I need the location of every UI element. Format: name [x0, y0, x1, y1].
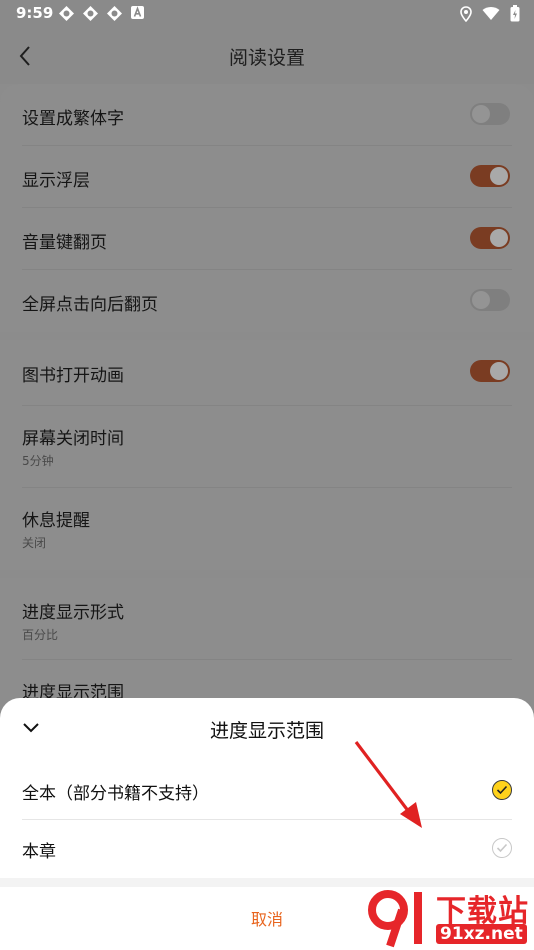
setting-label: 音量键翻页	[22, 233, 107, 253]
option-label: 全本（部分书籍不支持）	[22, 784, 209, 804]
setting-label: 显示浮层	[22, 171, 90, 191]
setting-row-volume-key-page[interactable]: 音量键翻页	[22, 208, 512, 270]
setting-row-rest-reminder[interactable]: 休息提醒 关闭	[22, 488, 512, 570]
setting-label: 休息提醒	[22, 511, 90, 531]
setting-value: 百分比	[22, 628, 59, 642]
setting-row-screen-off-time[interactable]: 屏幕关闭时间 5分钟	[22, 406, 512, 488]
top-app-bar: 阅读设置	[0, 28, 534, 84]
setting-row-fullscreen-tap-next[interactable]: 全屏点击向后翻页	[22, 270, 512, 332]
watermark-logo-icon	[368, 890, 422, 948]
watermark-url: 91xz.net	[436, 924, 527, 944]
setting-label: 全屏点击向后翻页	[22, 295, 158, 315]
page-title: 阅读设置	[228, 47, 305, 69]
settings-group-general: 设置成繁体字 显示浮层 音量键翻页 全屏点击向后翻页	[0, 84, 534, 332]
red-arrow-annotation	[354, 741, 422, 828]
check-unselected-icon[interactable]	[492, 838, 512, 858]
battery-icon	[510, 5, 520, 26]
setting-row-book-open-animation[interactable]: 图书打开动画	[22, 340, 512, 406]
setting-row-progress-format[interactable]: 进度显示形式 百分比	[22, 578, 512, 660]
option-chapter[interactable]: 本章	[22, 820, 512, 878]
notification-icons	[58, 5, 147, 22]
settings-group-progress: 进度显示形式 百分比 进度显示范围	[0, 578, 534, 708]
app-notification-icon	[82, 5, 99, 22]
toggle-traditional-chinese[interactable]	[470, 103, 510, 125]
option-whole-book[interactable]: 全本（部分书籍不支持）	[22, 762, 512, 820]
setting-label: 进度显示形式	[22, 603, 124, 623]
setting-label: 屏幕关闭时间	[22, 429, 124, 449]
toggle-fullscreen-tap-next[interactable]	[470, 289, 510, 311]
wifi-icon	[482, 6, 500, 25]
toggle-show-overlay[interactable]	[470, 165, 510, 187]
setting-value: 关闭	[22, 536, 47, 550]
site-watermark: 下载站 91xz.net	[362, 884, 534, 950]
settings-group-display: 图书打开动画 屏幕关闭时间 5分钟 休息提醒 关闭	[0, 340, 534, 570]
app-notification-icon	[106, 5, 123, 22]
system-icons	[460, 5, 520, 26]
app-notification-icon	[58, 5, 75, 22]
location-icon	[460, 5, 472, 26]
status-time: 9:59	[16, 4, 54, 22]
setting-row-show-overlay[interactable]: 显示浮层	[22, 146, 512, 208]
toggle-book-open-animation[interactable]	[470, 360, 510, 382]
setting-value: 5分钟	[22, 454, 54, 468]
option-label: 本章	[22, 842, 56, 862]
check-selected-icon[interactable]	[492, 780, 512, 800]
toggle-volume-key-page[interactable]	[470, 227, 510, 249]
setting-label: 图书打开动画	[22, 366, 124, 386]
a-notification-icon	[130, 5, 147, 22]
sheet-title: 进度显示范围	[209, 720, 324, 742]
setting-row-traditional-chinese[interactable]: 设置成繁体字	[22, 84, 512, 146]
setting-label: 设置成繁体字	[22, 109, 124, 129]
status-bar: 9:59	[0, 0, 534, 28]
